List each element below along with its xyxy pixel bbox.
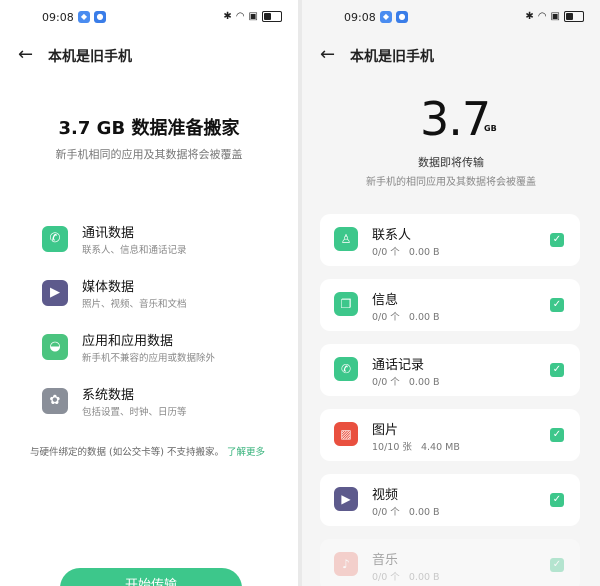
phone-icon: ✆ xyxy=(334,357,358,381)
status-bar: 09:08 ◆ ● ✱ ◠ ▣ xyxy=(302,11,600,27)
gear-icon: ✿ xyxy=(42,388,68,414)
category-desc: 照片、视频、音乐和文档 xyxy=(82,299,187,310)
start-transfer-button[interactable]: 开始传输 xyxy=(60,568,242,586)
music-icon: ♪ xyxy=(334,552,358,576)
overwrite-warning: 新手机的相同应用及其数据将会被覆盖 xyxy=(366,177,536,188)
bluetooth-icon: ✱ xyxy=(525,11,534,22)
video-icon: ▶ xyxy=(334,487,358,511)
data-item-videos[interactable]: ▶ 视频 0/0 个 0.00 B ✓ xyxy=(320,474,580,526)
learn-more-link[interactable]: 了解更多 xyxy=(227,447,265,458)
category-system: ✿ 系统数据 包括设置、时钟、日历等 xyxy=(42,384,282,424)
item-stats: 0/0 个 0.00 B xyxy=(372,377,440,388)
top-bar: ← 本机是旧手机 xyxy=(302,44,600,68)
category-name: 媒体数据 xyxy=(82,280,135,295)
category-desc: 包括设置、时钟、日历等 xyxy=(82,407,187,418)
item-stats: 10/10 张 4.40 MB xyxy=(372,442,460,453)
wifi-icon: ◠ xyxy=(235,11,245,22)
contact-icon: ♙ xyxy=(334,227,358,251)
page-title: 本机是旧手机 xyxy=(350,49,434,65)
battery-icon xyxy=(262,11,282,22)
category-communication: ✆ 通讯数据 联系人、信息和通话记录 xyxy=(42,222,282,262)
data-item-music[interactable]: ♪ 音乐 0/0 个 0.00 B ✓ xyxy=(320,539,580,586)
item-checkbox[interactable]: ✓ xyxy=(550,363,564,377)
notification-icon: ◆ xyxy=(78,11,90,23)
category-name: 通讯数据 xyxy=(82,226,135,241)
transfer-status: 数据即将传输 xyxy=(418,156,484,169)
item-stats: 0/0 个 0.00 B xyxy=(372,247,440,258)
notification-icon: ● xyxy=(396,11,408,23)
left-screen: 09:08 ◆ ● ✱ ◠ ▣ ← 本机是旧手机 3.7 GB 数据准备搬家 新… xyxy=(0,0,298,586)
note-text: 与硬件绑定的数据 (如公交卡等) 不支持搬家。 xyxy=(30,447,224,458)
data-item-contacts[interactable]: ♙ 联系人 0/0 个 0.00 B ✓ xyxy=(320,214,580,266)
category-name: 系统数据 xyxy=(82,388,135,403)
data-item-pictures[interactable]: ▨ 图片 10/10 张 4.40 MB ✓ xyxy=(320,409,580,461)
page-title: 本机是旧手机 xyxy=(48,49,132,65)
item-checkbox[interactable]: ✓ xyxy=(550,428,564,442)
hardware-note: 与硬件绑定的数据 (如公交卡等) 不支持搬家。 了解更多 xyxy=(30,444,288,458)
item-stats: 0/0 个 0.00 B xyxy=(372,507,440,518)
item-stats: 0/0 个 0.00 B xyxy=(372,312,440,323)
phone-icon: ✆ xyxy=(42,226,68,252)
category-apps: ◒ 应用和应用数据 新手机不兼容的应用或数据除外 xyxy=(42,330,282,370)
play-icon: ▶ xyxy=(42,280,68,306)
sim-icon: ▣ xyxy=(248,11,258,22)
system-icons: ✱ ◠ ▣ xyxy=(525,11,584,22)
android-icon: ◒ xyxy=(42,334,68,360)
item-checkbox[interactable]: ✓ xyxy=(550,298,564,312)
data-size-value: 3.7 xyxy=(420,92,491,146)
item-name: 信息 xyxy=(372,293,399,308)
overwrite-warning: 新手机相同的应用及其数据将会被覆盖 xyxy=(55,148,243,161)
data-item-messages[interactable]: ❐ 信息 0/0 个 0.00 B ✓ xyxy=(320,279,580,331)
notification-icon: ● xyxy=(94,11,106,23)
notification-icon: ◆ xyxy=(380,11,392,23)
status-time: 09:08 xyxy=(42,11,74,24)
category-media: ▶ 媒体数据 照片、视频、音乐和文档 xyxy=(42,276,282,316)
system-icons: ✱ ◠ ▣ xyxy=(223,11,282,22)
status-bar: 09:08 ◆ ● ✱ ◠ ▣ xyxy=(0,11,298,27)
sim-icon: ▣ xyxy=(550,11,560,22)
item-stats: 0/0 个 0.00 B xyxy=(372,572,440,583)
wifi-icon: ◠ xyxy=(537,11,547,22)
item-name: 音乐 xyxy=(372,553,399,568)
item-checkbox[interactable]: ✓ xyxy=(550,233,564,247)
item-name: 联系人 xyxy=(372,228,412,243)
back-arrow-icon[interactable]: ← xyxy=(18,44,33,66)
data-item-call-log[interactable]: ✆ 通话记录 0/0 个 0.00 B ✓ xyxy=(320,344,580,396)
category-name: 应用和应用数据 xyxy=(82,334,174,349)
item-checkbox[interactable]: ✓ xyxy=(550,558,564,572)
back-arrow-icon[interactable]: ← xyxy=(320,44,335,66)
status-time: 09:08 xyxy=(344,11,376,24)
bluetooth-icon: ✱ xyxy=(223,11,232,22)
message-icon: ❐ xyxy=(334,292,358,316)
category-desc: 联系人、信息和通话记录 xyxy=(82,245,187,256)
item-checkbox[interactable]: ✓ xyxy=(550,493,564,507)
category-desc: 新手机不兼容的应用或数据除外 xyxy=(82,353,216,364)
image-icon: ▨ xyxy=(334,422,358,446)
data-size-heading: 3.7 GB 数据准备搬家 xyxy=(58,118,240,139)
top-bar: ← 本机是旧手机 xyxy=(0,44,298,68)
item-name: 视频 xyxy=(372,488,399,503)
battery-icon xyxy=(564,11,584,22)
item-name: 图片 xyxy=(372,423,399,438)
item-name: 通话记录 xyxy=(372,358,425,373)
data-size-unit: GB xyxy=(484,124,497,133)
right-screen: 09:08 ◆ ● ✱ ◠ ▣ ← 本机是旧手机 3.7 GB 数据即将传输 新… xyxy=(302,0,600,586)
